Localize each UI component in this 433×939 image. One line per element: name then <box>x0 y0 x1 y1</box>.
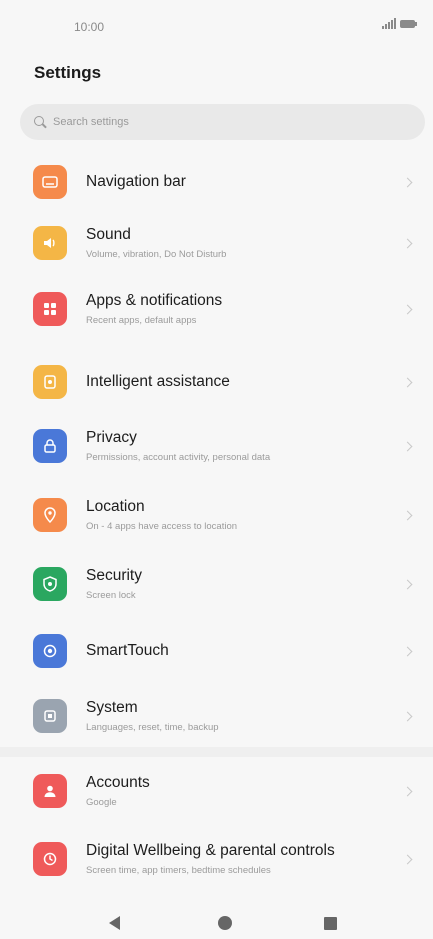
status-bar: 10:00 <box>0 0 433 48</box>
settings-item-system[interactable]: System Languages, reset, time, backup <box>0 686 433 746</box>
settings-item-sound[interactable]: Sound Volume, vibration, Do Not Disturb <box>0 213 433 273</box>
lock-icon <box>33 429 67 463</box>
system-icon <box>33 699 67 733</box>
settings-item-subtitle: Languages, reset, time, backup <box>86 722 219 733</box>
settings-item-subtitle: On - 4 apps have access to location <box>86 521 238 532</box>
settings-item-subtitle: Recent apps, default apps <box>86 315 197 326</box>
system-navigation-bar <box>0 900 433 939</box>
search-input[interactable] <box>53 116 393 128</box>
settings-item-title: Apps & notifications <box>86 292 223 309</box>
settings-item-title: Accounts <box>86 774 150 791</box>
section-divider <box>0 747 433 757</box>
settings-item-apps-notifications[interactable]: Apps & notifications Recent apps, defaul… <box>0 279 433 339</box>
settings-item-title: System <box>86 699 138 716</box>
settings-item-location[interactable]: Location On - 4 apps have access to loca… <box>0 485 433 545</box>
chevron-right-icon <box>402 579 413 589</box>
search-bar[interactable] <box>20 104 425 140</box>
settings-item-subtitle: Permissions, account activity, personal … <box>86 452 271 463</box>
apps-icon <box>33 292 67 326</box>
settings-item-title: Security <box>86 567 142 584</box>
navigation-icon <box>33 165 67 199</box>
account-icon <box>33 774 67 808</box>
chevron-right-icon <box>402 854 413 864</box>
chevron-right-icon <box>402 441 413 451</box>
assistance-icon <box>33 365 67 399</box>
chevron-right-icon <box>402 646 413 656</box>
settings-item-subtitle: Google <box>86 797 117 808</box>
settings-item-digital-wellbeing[interactable]: Digital Wellbeing & parental controls Sc… <box>0 829 433 889</box>
smarttouch-icon <box>33 634 67 668</box>
status-time: 10:00 <box>74 20 105 34</box>
settings-item-title: Sound <box>86 226 131 243</box>
settings-item-title: Intelligent assistance <box>86 373 230 390</box>
chevron-right-icon <box>402 786 413 796</box>
home-icon[interactable] <box>218 916 232 930</box>
settings-item-navigation-bar[interactable]: Navigation bar <box>0 152 433 212</box>
settings-item-privacy[interactable]: Privacy Permissions, account activity, p… <box>0 416 433 476</box>
settings-item-subtitle: Screen lock <box>86 590 136 601</box>
recent-apps-icon[interactable] <box>324 917 337 930</box>
settings-item-security[interactable]: Security Screen lock <box>0 554 433 614</box>
settings-item-title: Location <box>86 498 145 515</box>
signal-icon <box>382 18 396 29</box>
settings-item-subtitle: Screen time, app timers, bedtime schedul… <box>86 865 271 876</box>
settings-item-accounts[interactable]: Accounts Google <box>0 761 433 821</box>
page-title: Settings <box>34 63 102 82</box>
back-icon[interactable] <box>109 916 120 930</box>
settings-item-subtitle: Volume, vibration, Do Not Disturb <box>86 249 227 260</box>
settings-item-title: Navigation bar <box>86 173 186 190</box>
chevron-right-icon <box>402 238 413 248</box>
chevron-right-icon <box>402 711 413 721</box>
status-icons <box>382 18 417 29</box>
settings-item-intelligent-assistance[interactable]: Intelligent assistance <box>0 352 433 412</box>
chevron-right-icon <box>402 510 413 520</box>
chevron-right-icon <box>402 377 413 387</box>
search-icon <box>34 115 47 129</box>
wellbeing-icon <box>33 842 67 876</box>
shield-icon <box>33 567 67 601</box>
location-icon <box>33 498 67 532</box>
battery-icon <box>400 19 417 28</box>
settings-item-title: Privacy <box>86 429 137 446</box>
settings-item-title: SmartTouch <box>86 642 169 659</box>
sound-icon <box>33 226 67 260</box>
settings-item-title: Digital Wellbeing & parental controls <box>86 842 335 859</box>
settings-item-smarttouch[interactable]: SmartTouch <box>0 621 433 681</box>
chevron-right-icon <box>402 304 413 314</box>
chevron-right-icon <box>402 177 413 187</box>
